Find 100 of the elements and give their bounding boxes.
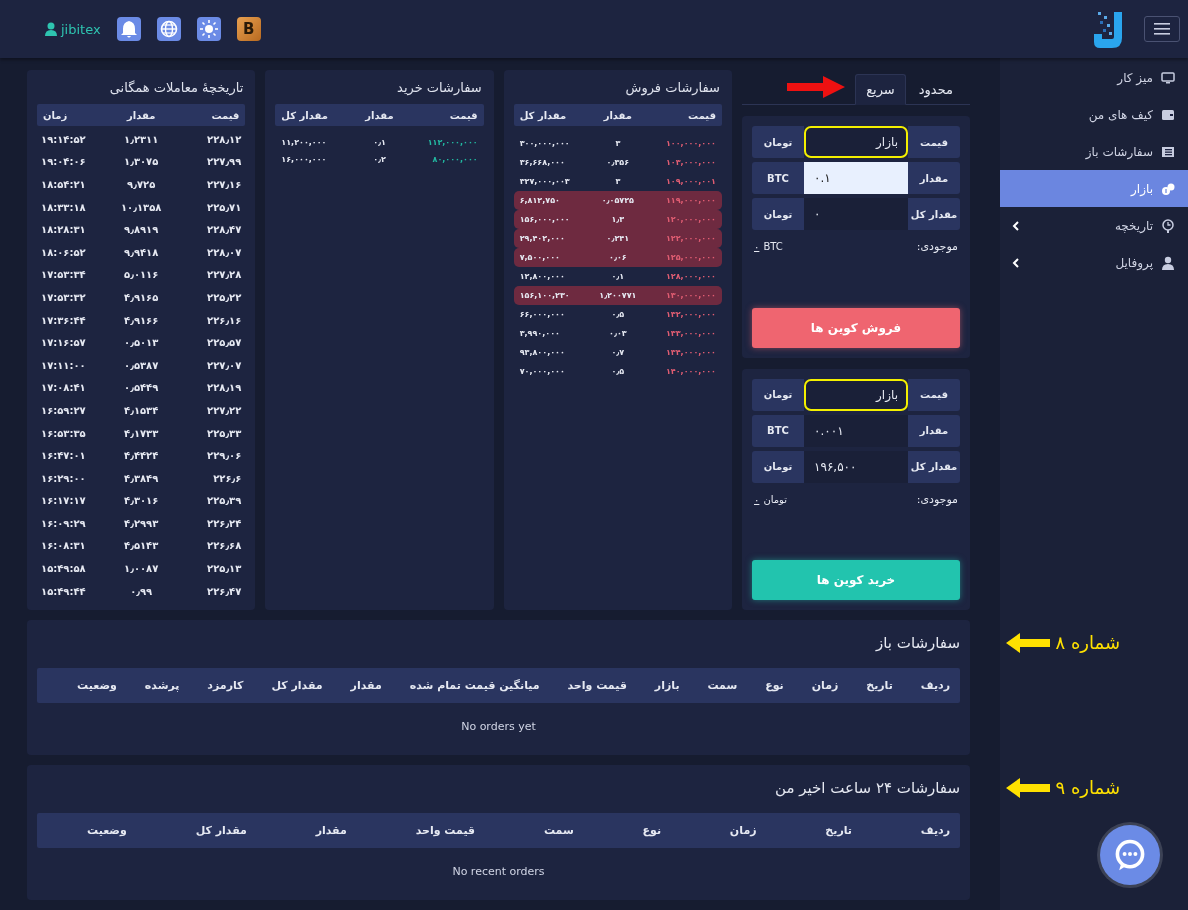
panel-title: سفارشات ۲۴ ساعت اخیر من	[774, 778, 960, 799]
table-cell-text: ۱۳۴,۰۰۰,۰۰۰	[664, 348, 716, 357]
chevron-icon	[1012, 257, 1020, 268]
balance-unit: تومان	[763, 493, 788, 505]
tab[interactable]: محدود	[907, 74, 964, 105]
column-header: نوع	[642, 824, 662, 837]
username[interactable]: jibitex	[61, 21, 101, 37]
chevron-icon	[1012, 220, 1020, 231]
table-cell-text: ۱۲۲,۰۰۰,۰۰۰	[664, 234, 716, 243]
table-cell-text: ۱۰۳,۰۰۰,۰۰۰	[664, 158, 716, 167]
table-cell-text: ۱۸:۳۳:۱۸	[41, 201, 87, 213]
table-cell-text: ۱۶:۴۷:۰۱	[41, 450, 87, 462]
sidebar-item[interactable]: میز کار	[1000, 59, 1188, 96]
tab[interactable]: سریع	[855, 74, 906, 105]
table-cell-text: ۰٫۲۴۱	[605, 234, 631, 243]
table-cell-text: ۱٫۰۰۸۷	[123, 563, 160, 575]
column-header: ردیف	[920, 679, 950, 692]
table-cell-text: ۰٫۵	[610, 310, 626, 319]
table-cell-text: ۴٫۹۱۶۵	[123, 291, 160, 303]
column-header: تاریخ	[866, 679, 893, 692]
input-field[interactable]: ۰.۰۰۱	[804, 414, 908, 447]
table-cell-text: ۱٫۲۰۰۷۷۱	[598, 291, 638, 300]
table-cell-text: ۰٫۵۰۱۳	[123, 337, 160, 349]
table-cell-text: ۱۳۲,۰۰۰,۰۰۰	[664, 310, 716, 319]
menu-icon	[1153, 21, 1171, 37]
sidebar-item[interactable]: کیف های من	[1000, 96, 1188, 133]
column-header: قیمت	[687, 109, 716, 121]
input-field[interactable]: بازار	[804, 126, 908, 158]
user-icon	[45, 22, 57, 36]
menu-button[interactable]	[1144, 16, 1180, 42]
empty-message: No orders yet	[460, 719, 537, 733]
table-cell-text: ۱٫۳۰۷۵	[123, 156, 160, 168]
table-cell-text: ۲۲۶٫۶	[212, 472, 242, 484]
table-cell-text: ۱۲,۸۰۰,۰۰۰	[519, 272, 566, 281]
input-field[interactable]: ۰	[804, 198, 908, 230]
column-header: سمت	[543, 824, 574, 837]
table-cell-text: ۱۷:۵۳:۳۴	[41, 269, 87, 281]
table-cell-text: ۲۲۹٫۰۶	[206, 450, 242, 462]
table-cell-text: ۰٫۱	[610, 272, 626, 281]
table-cell-text: ۱۷:۵۳:۳۲	[41, 291, 87, 303]
unit-label: BTC	[752, 162, 804, 194]
globe-button[interactable]	[156, 17, 181, 41]
balance-label: موجودی:	[916, 492, 958, 506]
table-cell-text: ۰٫۳۵۶	[605, 158, 631, 167]
table-cell-text: ۱۶:۱۷:۱۷	[41, 495, 87, 507]
table-cell-text: ۲۲۶٫۴۷	[206, 585, 242, 597]
table-cell-text: ۴٫۲۹۹۳	[123, 517, 160, 529]
table-cell-text: ۱۶,۰۰۰,۰۰۰	[281, 155, 328, 164]
table-cell-text: ۲۲۷٫۹۹	[206, 156, 242, 168]
column-header: مقدار کل	[519, 109, 568, 121]
table-cell-text: ۳۰۰,۰۰۰,۰۰۰	[519, 139, 571, 148]
unit-label: تومان	[752, 198, 804, 230]
table-cell-text: ۲۲۶٫۲۴	[206, 517, 242, 529]
bell-button[interactable]	[116, 17, 141, 41]
column-header: زمان	[729, 824, 757, 837]
input-field[interactable]: ۱۹۶,۵۰۰	[804, 450, 908, 483]
input-field[interactable]: ۰.۱	[804, 162, 908, 194]
table-cell-text: ۳	[614, 139, 622, 148]
column-header: سمت	[707, 679, 738, 692]
field-label: قیمت	[908, 378, 960, 411]
sun-button[interactable]	[196, 17, 221, 41]
table-cell-text: ۱۵۶,۱۰۰,۲۳۰	[519, 291, 571, 300]
column-header: قیمت واحد	[567, 679, 627, 692]
table-cell-text: ۱۰۰,۰۰۰,۰۰۰	[664, 139, 716, 148]
panel-title: سفارشات خرید	[396, 79, 483, 98]
balance-link[interactable]: ۰	[754, 241, 760, 252]
table-cell-text: ۲۲۶٫۶۸	[206, 540, 242, 552]
monitor-icon	[1161, 70, 1175, 85]
column-header: بازار	[654, 679, 680, 692]
table-cell-text: ۱۷:۱۶:۵۷	[41, 337, 87, 349]
table-cell-text: ۱۲۰,۰۰۰,۰۰۰	[664, 215, 716, 224]
input-field[interactable]: بازار	[804, 378, 908, 411]
table-cell-text: ۰٫۲	[372, 155, 387, 164]
field-label: مقدار کل	[908, 198, 960, 230]
sidebar-item[interactable]: پروفایل	[1000, 244, 1188, 281]
table-cell-text: ۱۹:۰۴:۰۶	[41, 156, 87, 168]
table-cell-text: ۴٫۳۰۱۶	[123, 495, 160, 507]
table-cell-text: ۱۵۶,۰۰۰,۰۰۰	[519, 215, 571, 224]
table-cell-text: ۴٫۳۸۴۹	[123, 472, 160, 484]
table-cell-text: ۲۲۵٫۱۳	[206, 563, 242, 575]
coin-button[interactable]: B	[236, 17, 261, 41]
table-cell-text: ۲۲۵٫۵۷	[206, 337, 242, 349]
wallet-icon	[1161, 107, 1175, 122]
table-cell-text: ۱٫۳	[610, 215, 626, 224]
table-cell-text: ۱۳۳,۰۰۰,۰۰۰	[664, 329, 716, 338]
table-cell-text: ۲۲۷٫۱۶	[206, 179, 242, 190]
unit-label: تومان	[752, 378, 804, 411]
sidebar-item[interactable]: سفارشات باز	[1000, 133, 1188, 170]
coins-icon	[1161, 181, 1175, 196]
table-cell-text: ۵٫۰۱۱۶	[123, 269, 160, 281]
table-cell-text: ۲۲۸٫۰۷	[206, 246, 242, 258]
field-label: مقدار	[908, 162, 960, 194]
table-cell-text: ۱۵:۴۹:۵۸	[41, 563, 87, 575]
table-cell-text: ۹٫۹۴۱۸	[123, 246, 160, 258]
table-cell-text: ۲۲۵٫۳۳	[206, 427, 242, 439]
column-header: زمان	[43, 109, 69, 121]
annotation-label: شماره ۸	[1055, 632, 1120, 653]
sidebar-item[interactable]: تاریخچه	[1000, 207, 1188, 244]
table-cell-text: ۱۶:۰۹:۲۹	[41, 517, 87, 529]
balance-link[interactable]: ۰	[754, 493, 760, 505]
